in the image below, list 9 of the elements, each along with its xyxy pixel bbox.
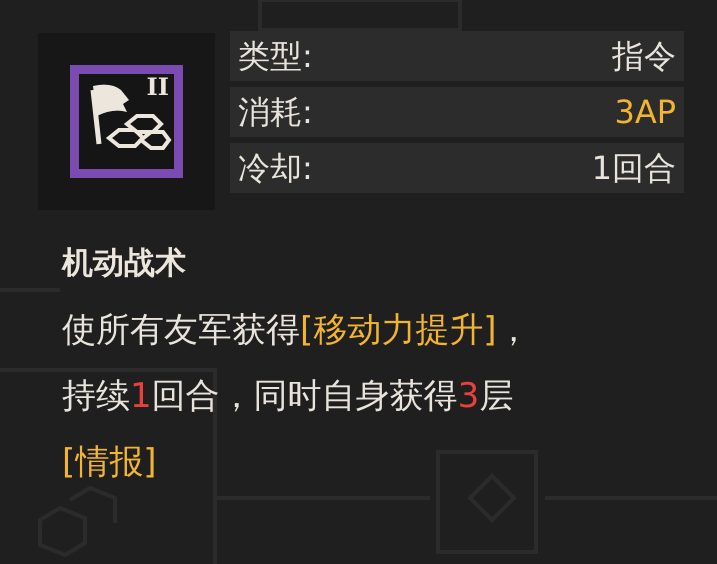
stat-label: 冷却: bbox=[238, 148, 313, 189]
skill-name: 机动战术 bbox=[62, 244, 187, 283]
stat-value: 指令 bbox=[612, 36, 676, 77]
skill-description: 使所有友军获得[移动力提升]， 持续1回合，同时自身获得3层 [情报] bbox=[62, 308, 531, 484]
rank-numeral: II bbox=[146, 75, 169, 99]
stat-value: 3AP bbox=[614, 92, 676, 133]
stat-label: 消耗: bbox=[238, 92, 313, 133]
stat-value: 1回合 bbox=[592, 148, 676, 189]
stat-label: 类型: bbox=[238, 36, 313, 77]
